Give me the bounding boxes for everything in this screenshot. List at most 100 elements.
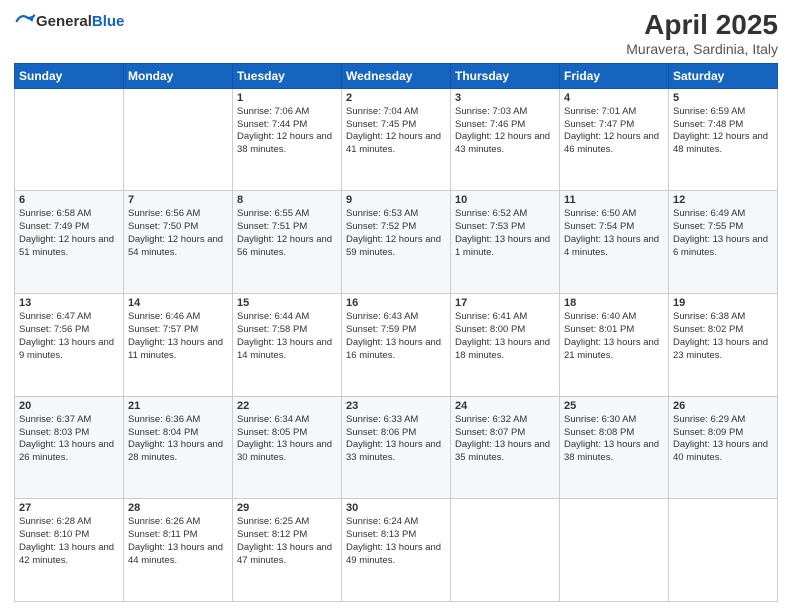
day-number: 20: [19, 400, 119, 412]
day-info: Sunrise: 6:47 AM Sunset: 7:56 PM Dayligh…: [19, 311, 119, 362]
calendar-cell: 9 Sunrise: 6:53 AM Sunset: 7:52 PM Daylig…: [342, 191, 451, 294]
calendar-cell: 20 Sunrise: 6:37 AM Sunset: 8:03 PM Dayli…: [15, 396, 124, 499]
calendar-cell: 10 Sunrise: 6:52 AM Sunset: 7:53 PM Dayli…: [451, 191, 560, 294]
calendar-cell: [15, 88, 124, 191]
subtitle: Muravera, Sardinia, Italy: [626, 41, 778, 57]
day-info: Sunrise: 6:50 AM Sunset: 7:54 PM Dayligh…: [564, 208, 664, 259]
calendar-cell: 15Sunrise: 6:44 AM Sunset: 7:58 PM Dayli…: [233, 294, 342, 397]
weekday-header: Friday: [560, 63, 669, 88]
logo-general: General: [36, 13, 92, 30]
day-number: 24: [455, 400, 555, 412]
calendar-week-row: 6Sunrise: 6:58 AM Sunset: 7:49 PM Daylig…: [15, 191, 778, 294]
day-info: Sunrise: 7:06 AM Sunset: 7:44 PM Dayligh…: [237, 106, 337, 157]
calendar-cell: 16 Sunrise: 6:43 AM Sunset: 7:59 PM Dayli…: [342, 294, 451, 397]
day-info: Sunrise: 6:59 AM Sunset: 7:48 PM Dayligh…: [673, 106, 773, 157]
day-number: 21: [128, 400, 228, 412]
day-number: 7: [128, 194, 228, 206]
logo-blue: Blue: [92, 13, 125, 30]
title-block: April 2025 Muravera, Sardinia, Italy: [626, 10, 778, 57]
calendar-cell: 26 Sunrise: 6:29 AM Sunset: 8:09 PM Dayli…: [669, 396, 778, 499]
calendar-cell: 3Sunrise: 7:03 AM Sunset: 7:46 PM Daylig…: [451, 88, 560, 191]
calendar-cell: 8 Sunrise: 6:55 AM Sunset: 7:51 PM Daylig…: [233, 191, 342, 294]
day-number: 25: [564, 400, 664, 412]
calendar-cell: 17Sunrise: 6:41 AM Sunset: 8:00 PM Dayli…: [451, 294, 560, 397]
logo-icon: [14, 10, 36, 32]
calendar-week-row: 1 Sunrise: 7:06 AM Sunset: 7:44 PM Daylig…: [15, 88, 778, 191]
day-number: 19: [673, 297, 773, 309]
day-number: 26: [673, 400, 773, 412]
calendar-cell: 25 Sunrise: 6:30 AM Sunset: 8:08 PM Dayli…: [560, 396, 669, 499]
day-number: 9: [346, 194, 446, 206]
day-info: Sunrise: 6:24 AM Sunset: 8:13 PM Dayligh…: [346, 516, 446, 567]
day-info: Sunrise: 6:29 AM Sunset: 8:09 PM Dayligh…: [673, 414, 773, 465]
main-title: April 2025: [626, 10, 778, 41]
logo: General Blue: [14, 10, 124, 32]
day-number: 28: [128, 502, 228, 514]
calendar-cell: 24 Sunrise: 6:32 AM Sunset: 8:07 PM Dayli…: [451, 396, 560, 499]
calendar-cell: 19 Sunrise: 6:38 AM Sunset: 8:02 PM Dayli…: [669, 294, 778, 397]
calendar-cell: 14 Sunrise: 6:46 AM Sunset: 7:57 PM Dayli…: [124, 294, 233, 397]
day-info: Sunrise: 6:33 AM Sunset: 8:06 PM Dayligh…: [346, 414, 446, 465]
day-number: 3: [455, 92, 555, 104]
day-info: Sunrise: 6:36 AM Sunset: 8:04 PM Dayligh…: [128, 414, 228, 465]
day-number: 2: [346, 92, 446, 104]
calendar-cell: 22 Sunrise: 6:34 AM Sunset: 8:05 PM Dayli…: [233, 396, 342, 499]
day-number: 4: [564, 92, 664, 104]
day-info: Sunrise: 6:53 AM Sunset: 7:52 PM Dayligh…: [346, 208, 446, 259]
day-number: 11: [564, 194, 664, 206]
day-info: Sunrise: 6:55 AM Sunset: 7:51 PM Dayligh…: [237, 208, 337, 259]
day-number: 10: [455, 194, 555, 206]
day-number: 18: [564, 297, 664, 309]
weekday-header: Tuesday: [233, 63, 342, 88]
day-info: Sunrise: 6:58 AM Sunset: 7:49 PM Dayligh…: [19, 208, 119, 259]
day-info: Sunrise: 7:04 AM Sunset: 7:45 PM Dayligh…: [346, 106, 446, 157]
day-info: Sunrise: 6:56 AM Sunset: 7:50 PM Dayligh…: [128, 208, 228, 259]
calendar-cell: 30 Sunrise: 6:24 AM Sunset: 8:13 PM Dayli…: [342, 499, 451, 602]
day-number: 23: [346, 400, 446, 412]
day-info: Sunrise: 6:43 AM Sunset: 7:59 PM Dayligh…: [346, 311, 446, 362]
day-number: 22: [237, 400, 337, 412]
day-info: Sunrise: 6:44 AM Sunset: 7:58 PM Dayligh…: [237, 311, 337, 362]
day-info: Sunrise: 6:38 AM Sunset: 8:02 PM Dayligh…: [673, 311, 773, 362]
day-number: 5: [673, 92, 773, 104]
day-number: 27: [19, 502, 119, 514]
calendar-cell: [560, 499, 669, 602]
header: General Blue April 2025 Muravera, Sardin…: [14, 10, 778, 57]
weekday-header: Wednesday: [342, 63, 451, 88]
calendar-week-row: 13 Sunrise: 6:47 AM Sunset: 7:56 PM Dayli…: [15, 294, 778, 397]
day-info: Sunrise: 6:41 AM Sunset: 8:00 PM Dayligh…: [455, 311, 555, 362]
calendar-cell: [124, 88, 233, 191]
weekday-header: Sunday: [15, 63, 124, 88]
day-number: 13: [19, 297, 119, 309]
day-info: Sunrise: 6:30 AM Sunset: 8:08 PM Dayligh…: [564, 414, 664, 465]
calendar-week-row: 27 Sunrise: 6:28 AM Sunset: 8:10 PM Dayli…: [15, 499, 778, 602]
calendar-cell: 2 Sunrise: 7:04 AM Sunset: 7:45 PM Daylig…: [342, 88, 451, 191]
calendar-week-row: 20 Sunrise: 6:37 AM Sunset: 8:03 PM Dayli…: [15, 396, 778, 499]
calendar-header-row: SundayMondayTuesdayWednesdayThursdayFrid…: [15, 63, 778, 88]
weekday-header: Saturday: [669, 63, 778, 88]
day-number: 1: [237, 92, 337, 104]
day-info: Sunrise: 6:32 AM Sunset: 8:07 PM Dayligh…: [455, 414, 555, 465]
calendar-cell: 4Sunrise: 7:01 AM Sunset: 7:47 PM Daylig…: [560, 88, 669, 191]
calendar-cell: 28 Sunrise: 6:26 AM Sunset: 8:11 PM Dayli…: [124, 499, 233, 602]
calendar-cell: 18Sunrise: 6:40 AM Sunset: 8:01 PM Dayli…: [560, 294, 669, 397]
day-info: Sunrise: 6:26 AM Sunset: 8:11 PM Dayligh…: [128, 516, 228, 567]
day-info: Sunrise: 6:52 AM Sunset: 7:53 PM Dayligh…: [455, 208, 555, 259]
day-info: Sunrise: 6:34 AM Sunset: 8:05 PM Dayligh…: [237, 414, 337, 465]
day-info: Sunrise: 6:46 AM Sunset: 7:57 PM Dayligh…: [128, 311, 228, 362]
day-info: Sunrise: 6:28 AM Sunset: 8:10 PM Dayligh…: [19, 516, 119, 567]
calendar-cell: 6Sunrise: 6:58 AM Sunset: 7:49 PM Daylig…: [15, 191, 124, 294]
calendar-cell: 12Sunrise: 6:49 AM Sunset: 7:55 PM Dayli…: [669, 191, 778, 294]
day-number: 30: [346, 502, 446, 514]
day-number: 8: [237, 194, 337, 206]
calendar-cell: 13 Sunrise: 6:47 AM Sunset: 7:56 PM Dayli…: [15, 294, 124, 397]
calendar-cell: 27 Sunrise: 6:28 AM Sunset: 8:10 PM Dayli…: [15, 499, 124, 602]
day-number: 14: [128, 297, 228, 309]
weekday-header: Monday: [124, 63, 233, 88]
calendar-cell: 29Sunrise: 6:25 AM Sunset: 8:12 PM Dayli…: [233, 499, 342, 602]
day-number: 16: [346, 297, 446, 309]
day-info: Sunrise: 6:37 AM Sunset: 8:03 PM Dayligh…: [19, 414, 119, 465]
calendar-cell: 1 Sunrise: 7:06 AM Sunset: 7:44 PM Daylig…: [233, 88, 342, 191]
day-number: 29: [237, 502, 337, 514]
calendar-cell: 21 Sunrise: 6:36 AM Sunset: 8:04 PM Dayli…: [124, 396, 233, 499]
